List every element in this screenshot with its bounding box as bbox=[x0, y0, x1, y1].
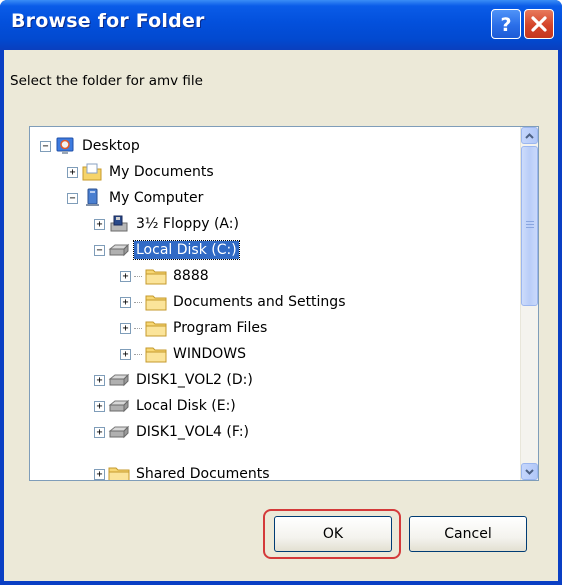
tree-item-desktop[interactable]: − Desktop bbox=[40, 135, 142, 157]
tree-item-disk1-vol4[interactable]: + DISK1_VOL4 (F:) bbox=[94, 421, 251, 443]
tree-item-floppy[interactable]: + 3½ Floppy (A:) bbox=[94, 213, 241, 235]
expand-icon[interactable]: + bbox=[67, 166, 78, 178]
dialog-prompt: Select the folder for amv file bbox=[10, 73, 203, 89]
chevron-down-icon bbox=[525, 468, 534, 475]
tree-item-folder-8888[interactable]: + 8888 bbox=[120, 265, 211, 287]
browse-for-folder-dialog: Browse for Folder ? Select the folder fo… bbox=[0, 0, 562, 585]
tree-item-label: Shared Documents bbox=[136, 466, 270, 481]
expand-icon[interactable]: + bbox=[94, 400, 105, 412]
tree-item-label: Documents and Settings bbox=[173, 294, 346, 310]
tree-item-label: WINDOWS bbox=[173, 346, 246, 362]
scroll-thumb[interactable] bbox=[521, 146, 538, 306]
expand-icon[interactable]: + bbox=[94, 426, 105, 438]
ok-button[interactable]: OK bbox=[274, 516, 392, 552]
expand-icon[interactable]: + bbox=[120, 322, 131, 334]
computer-icon bbox=[81, 188, 103, 208]
expand-icon[interactable]: + bbox=[94, 374, 105, 386]
help-button[interactable]: ? bbox=[491, 9, 521, 39]
folder-documents-icon bbox=[81, 162, 103, 182]
folder-icon bbox=[145, 266, 167, 286]
tree-item-label: Local Disk (C:) bbox=[133, 240, 240, 260]
tree-item-local-disk-e[interactable]: + Local Disk (E:) bbox=[94, 395, 238, 417]
folder-icon bbox=[145, 292, 167, 312]
tree-item-disk1-vol2[interactable]: + DISK1_VOL2 (D:) bbox=[94, 369, 255, 391]
hard-disk-icon bbox=[108, 370, 130, 390]
hard-disk-icon bbox=[108, 396, 130, 416]
expand-icon[interactable]: + bbox=[94, 218, 105, 230]
tree-item-label: My Documents bbox=[109, 164, 214, 180]
tree-item-windows[interactable]: + WINDOWS bbox=[120, 343, 248, 365]
folder-icon bbox=[145, 318, 167, 338]
tree-item-label: 3½ Floppy (A:) bbox=[136, 216, 239, 232]
collapse-icon[interactable]: − bbox=[67, 192, 78, 204]
tree-item-label: Local Disk (E:) bbox=[136, 398, 236, 414]
expand-icon[interactable]: + bbox=[120, 348, 131, 360]
close-button[interactable] bbox=[524, 9, 554, 39]
tree-item-label: Program Files bbox=[173, 320, 268, 336]
tree-item-label: DISK1_VOL2 (D:) bbox=[136, 372, 253, 388]
tree-item-my-documents[interactable]: + My Documents bbox=[67, 161, 216, 183]
folder-icon bbox=[108, 464, 130, 480]
desktop-icon bbox=[54, 136, 76, 156]
svg-text:?: ? bbox=[500, 14, 511, 34]
title-bar[interactable]: Browse for Folder ? bbox=[0, 0, 562, 50]
tree-item-shared-documents[interactable]: + Shared Documents bbox=[94, 463, 272, 481]
close-icon bbox=[531, 16, 547, 32]
expand-icon[interactable]: + bbox=[94, 468, 105, 480]
dialog-body: Select the folder for amv file − Desktop… bbox=[4, 50, 558, 581]
cancel-button[interactable]: Cancel bbox=[409, 516, 527, 552]
tree-item-program-files[interactable]: + Program Files bbox=[120, 317, 269, 339]
tree-item-my-computer[interactable]: − My Computer bbox=[67, 187, 205, 209]
help-icon: ? bbox=[500, 14, 511, 34]
tree-item-label: DISK1_VOL4 (F:) bbox=[136, 424, 249, 440]
floppy-drive-icon bbox=[108, 214, 130, 234]
tree-item-label: 8888 bbox=[173, 268, 209, 284]
hard-disk-icon bbox=[108, 422, 130, 442]
collapse-icon[interactable]: − bbox=[94, 244, 105, 256]
tree-item-label: Desktop bbox=[82, 138, 140, 154]
folder-icon bbox=[145, 344, 167, 364]
expand-icon[interactable]: + bbox=[120, 296, 131, 308]
collapse-icon[interactable]: − bbox=[40, 140, 51, 152]
window-title: Browse for Folder bbox=[11, 10, 205, 32]
hard-disk-icon bbox=[108, 240, 130, 260]
vertical-scrollbar[interactable] bbox=[520, 127, 538, 480]
tree-item-label: My Computer bbox=[109, 190, 204, 206]
expand-icon[interactable]: + bbox=[120, 270, 131, 282]
scroll-up-button[interactable] bbox=[521, 127, 538, 144]
chevron-up-icon bbox=[525, 132, 534, 139]
tree-item-documents-and-settings[interactable]: + Documents and Settings bbox=[120, 291, 347, 313]
scroll-down-button[interactable] bbox=[521, 463, 538, 480]
tree-item-local-disk-c[interactable]: − Local Disk (C:) bbox=[94, 239, 240, 261]
folder-tree[interactable]: − Desktop + My Documents − My Computer +… bbox=[29, 126, 539, 481]
